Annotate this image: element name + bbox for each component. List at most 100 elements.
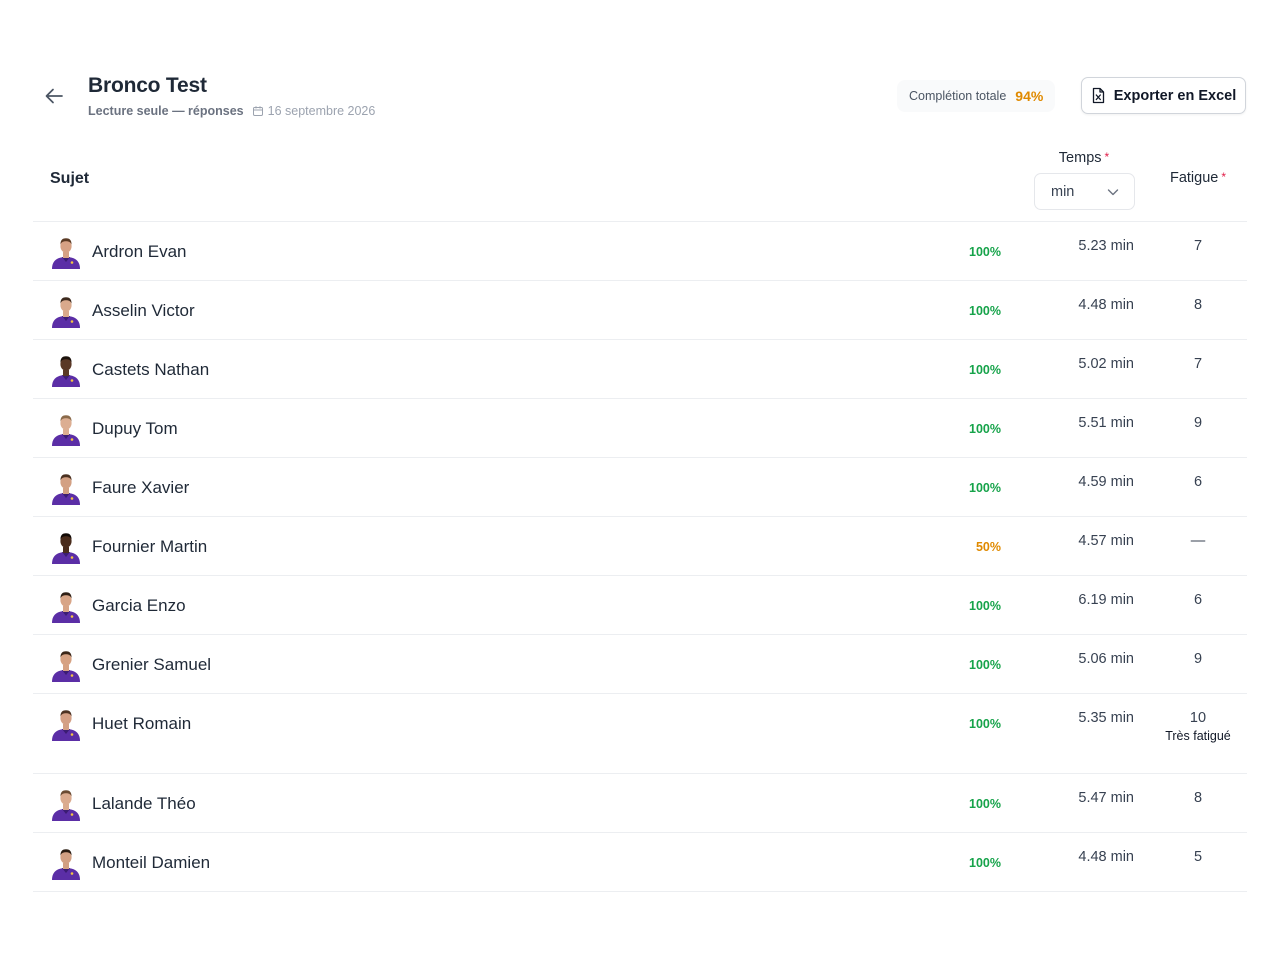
column-header-time-label: Temps xyxy=(1058,150,1102,166)
avatar xyxy=(50,412,82,446)
completion-percent: 100% xyxy=(969,422,1001,436)
fatigue-value: 10 xyxy=(1189,710,1207,726)
table-row[interactable]: Asselin Victor 100% 4.48 min 8 xyxy=(33,281,1247,340)
subject-name: Ardron Evan xyxy=(92,242,187,261)
results-table: Ardron Evan 100% 5.23 min 7 Asselin Victor 10… xyxy=(33,221,1247,892)
completion-label: Complétion totale xyxy=(909,89,1007,103)
table-row[interactable]: Lalande Théo 100% 5.47 min 8 xyxy=(33,774,1247,833)
fatigue-value: 8 xyxy=(1193,297,1203,313)
table-row[interactable]: Faure Xavier 100% 4.59 min 6 xyxy=(33,458,1247,517)
time-value: 5.47 min xyxy=(1078,790,1134,806)
chevron-down-icon xyxy=(1107,188,1119,195)
subject-name: Asselin Victor xyxy=(92,301,195,320)
table-row[interactable]: Dupuy Tom 100% 5.51 min 9 xyxy=(33,399,1247,458)
results-page: Bronco Test Lecture seule — réponses 16 … xyxy=(0,0,1280,960)
fatigue-cell: 8 xyxy=(1154,297,1242,314)
column-header-time: Temps * xyxy=(1034,150,1134,166)
subject-name: Fournier Martin xyxy=(92,537,208,556)
page-subtitle: Lecture seule — réponses 16 septembre 20… xyxy=(88,104,375,118)
avatar xyxy=(50,707,82,741)
completion-badge: Complétion totale 94% xyxy=(897,80,1056,112)
subject-name: Monteil Damien xyxy=(92,853,211,872)
table-row[interactable]: Fournier Martin 50% 4.57 min — xyxy=(33,517,1247,576)
avatar xyxy=(50,235,82,269)
avatar xyxy=(50,294,82,328)
time-unit-value: min xyxy=(1051,183,1075,200)
fatigue-value: — xyxy=(1190,533,1206,549)
avatar xyxy=(50,589,82,623)
time-value: 4.48 min xyxy=(1078,849,1134,865)
fatigue-cell: 6 xyxy=(1154,474,1242,491)
subject-name: Castets Nathan xyxy=(92,360,210,379)
column-header-fatigue-label: Fatigue xyxy=(1169,170,1219,186)
completion-percent: 100% xyxy=(969,658,1001,672)
fatigue-cell: 7 xyxy=(1154,356,1242,373)
fatigue-value: 8 xyxy=(1193,790,1203,806)
time-value: 4.48 min xyxy=(1078,297,1134,313)
subject-name: Garcia Enzo xyxy=(92,596,186,615)
fatigue-value: 5 xyxy=(1193,849,1203,865)
completion-percent: 100% xyxy=(969,245,1001,259)
date-text: 16 septembre 2026 xyxy=(267,104,376,118)
fatigue-cell: 9 xyxy=(1154,651,1242,668)
time-value: 5.51 min xyxy=(1078,415,1134,431)
fatigue-cell: — xyxy=(1154,533,1242,550)
completion-percent: 100% xyxy=(969,363,1001,377)
table-row[interactable]: Garcia Enzo 100% 6.19 min 6 xyxy=(33,576,1247,635)
completion-percent: 100% xyxy=(969,599,1001,613)
fatigue-label: Très fatigué xyxy=(1165,729,1231,743)
arrow-left-icon xyxy=(45,88,63,104)
time-value: 5.35 min xyxy=(1078,710,1134,726)
subject-name: Lalande Théo xyxy=(92,794,196,813)
fatigue-cell: 5 xyxy=(1154,849,1242,866)
time-value: 5.02 min xyxy=(1078,356,1134,372)
excel-file-icon xyxy=(1092,87,1104,104)
avatar xyxy=(50,471,82,505)
column-header-subject: Sujet xyxy=(50,170,90,187)
avatar xyxy=(50,353,82,387)
completion-value: 94% xyxy=(1015,88,1044,104)
back-button[interactable] xyxy=(38,80,70,112)
time-unit-select[interactable]: min xyxy=(1034,173,1135,210)
fatigue-value: 6 xyxy=(1193,592,1203,608)
required-marker: * xyxy=(1221,170,1227,184)
fatigue-value: 9 xyxy=(1193,651,1203,667)
table-row[interactable]: Ardron Evan 100% 5.23 min 7 xyxy=(33,222,1247,281)
completion-percent: 100% xyxy=(969,856,1001,870)
completion-percent: 100% xyxy=(969,717,1001,731)
time-value: 6.19 min xyxy=(1078,592,1134,608)
subject-name: Faure Xavier xyxy=(92,478,190,497)
table-row[interactable]: Monteil Damien 100% 4.48 min 5 xyxy=(33,833,1247,892)
completion-percent: 100% xyxy=(969,304,1001,318)
required-marker: * xyxy=(1104,150,1110,164)
subject-name: Grenier Samuel xyxy=(92,655,212,674)
avatar xyxy=(50,787,82,821)
table-row[interactable]: Grenier Samuel 100% 5.06 min 9 xyxy=(33,635,1247,694)
time-value: 4.57 min xyxy=(1078,533,1134,549)
export-excel-button[interactable]: Exporter en Excel xyxy=(1081,77,1246,114)
calendar-icon xyxy=(252,106,263,116)
time-value: 5.06 min xyxy=(1078,651,1134,667)
fatigue-value: 7 xyxy=(1193,356,1203,372)
completion-percent: 100% xyxy=(969,797,1001,811)
avatar xyxy=(50,648,82,682)
avatar xyxy=(50,846,82,880)
fatigue-value: 7 xyxy=(1193,238,1203,254)
mode-label: Lecture seule — réponses xyxy=(88,104,244,118)
completion-percent: 100% xyxy=(969,481,1001,495)
time-value: 5.23 min xyxy=(1078,238,1134,254)
fatigue-cell: 7 xyxy=(1154,238,1242,255)
fatigue-value: 9 xyxy=(1193,415,1203,431)
time-value: 4.59 min xyxy=(1078,474,1134,490)
table-row[interactable]: Huet Romain 100% 5.35 min 10 Très fatigué xyxy=(33,694,1247,774)
date-display: 16 septembre 2026 xyxy=(252,104,376,118)
avatar xyxy=(50,530,82,564)
subject-name: Huet Romain xyxy=(92,714,192,733)
fatigue-cell: 9 xyxy=(1154,415,1242,432)
table-row[interactable]: Castets Nathan 100% 5.02 min 7 xyxy=(33,340,1247,399)
export-label: Exporter en Excel xyxy=(1113,87,1237,104)
completion-percent: 50% xyxy=(975,540,1001,554)
column-header-fatigue: Fatigue * xyxy=(1155,170,1241,186)
fatigue-cell: 6 xyxy=(1154,592,1242,609)
fatigue-cell: 8 xyxy=(1154,790,1242,807)
